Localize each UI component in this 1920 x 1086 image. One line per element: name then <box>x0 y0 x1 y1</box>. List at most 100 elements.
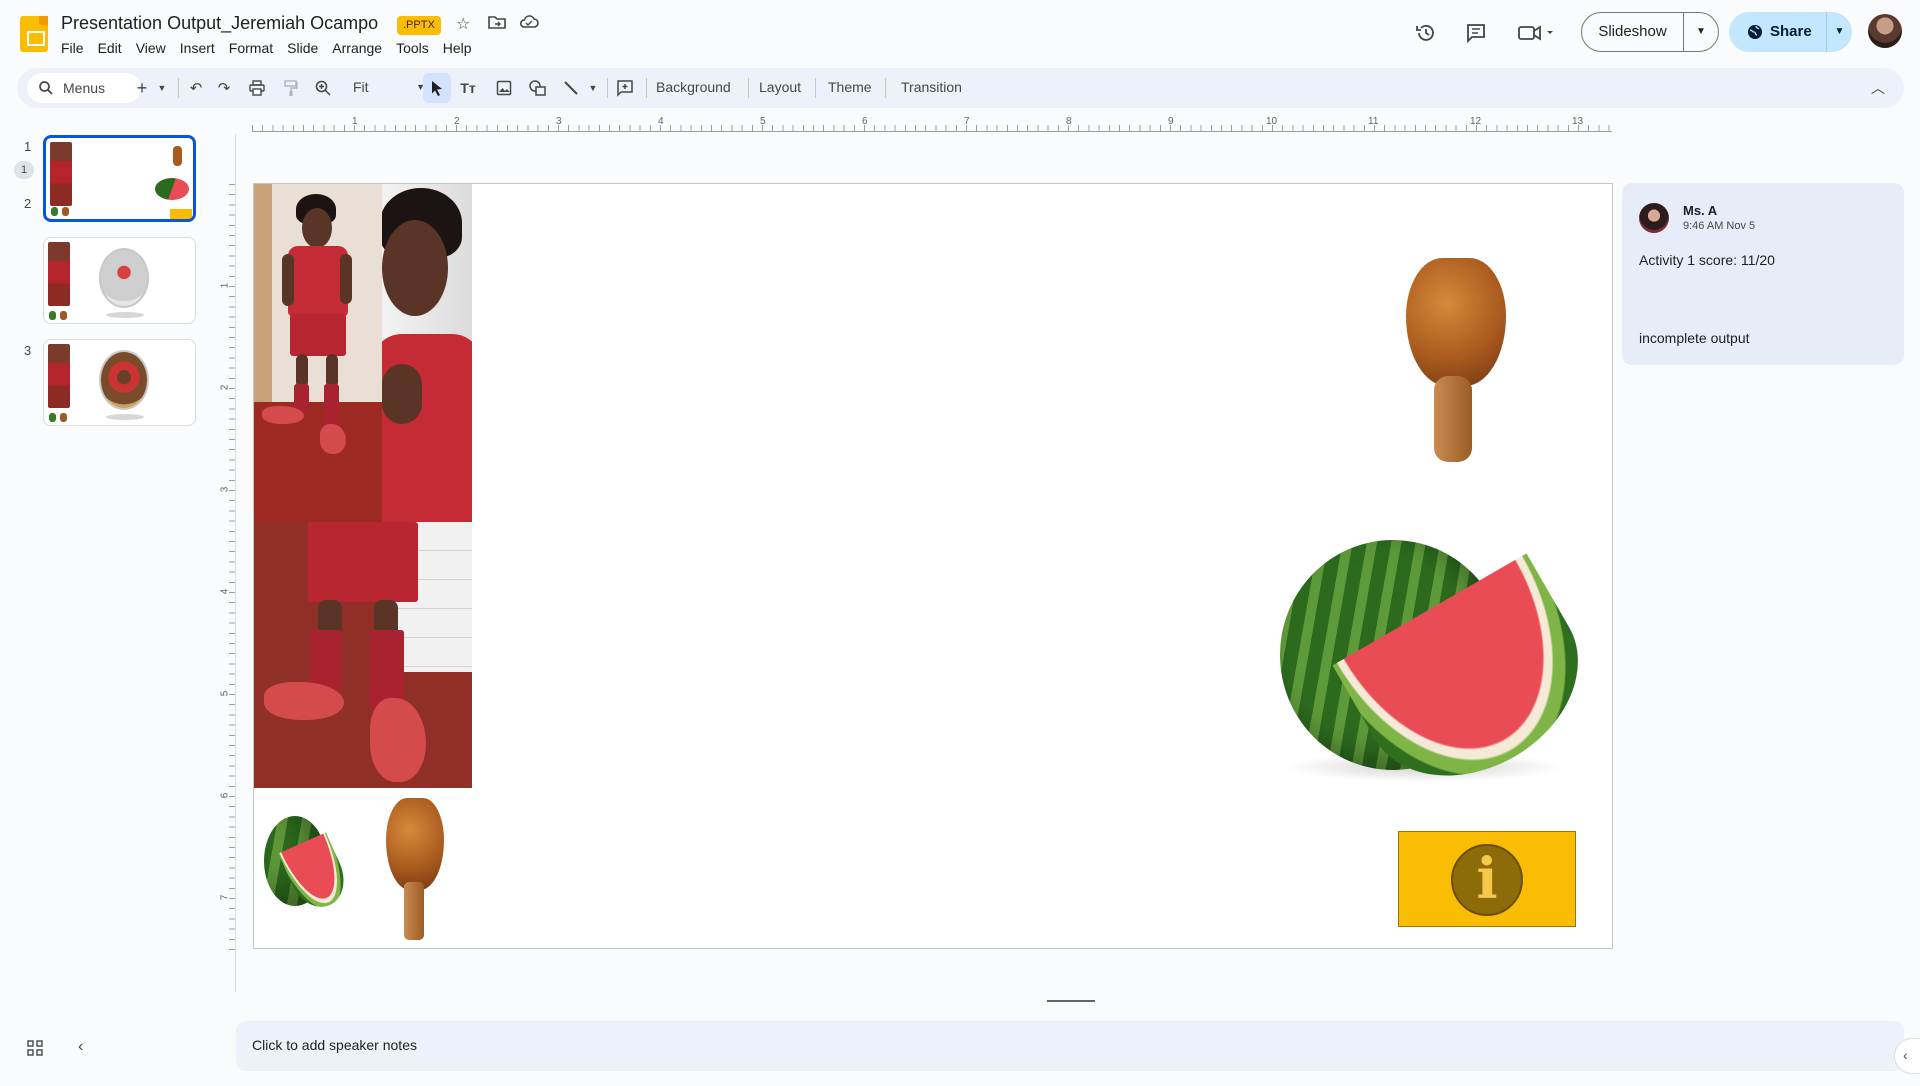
zoom-select[interactable]: Fit ▼ <box>353 79 425 95</box>
theme-button[interactable]: Theme <box>828 79 872 95</box>
select-cursor-icon[interactable] <box>426 76 448 100</box>
redo-icon[interactable]: ↷ <box>213 76 235 100</box>
slideshow-button[interactable]: Slideshow ▼ <box>1581 12 1719 52</box>
ruler-label: 8 <box>1066 116 1072 127</box>
slide-comment-badge[interactable]: 1 <box>14 161 34 179</box>
slideshow-dropdown-icon[interactable]: ▼ <box>1684 13 1718 51</box>
paint-format-icon[interactable] <box>280 76 302 100</box>
undo-icon[interactable]: ↶ <box>185 76 207 100</box>
ruler-label: 9 <box>1168 116 1174 127</box>
collapse-toolbar-icon[interactable]: ︿ <box>1867 76 1889 100</box>
text-box-icon[interactable]: Tт <box>457 76 479 100</box>
add-comment-icon[interactable] <box>614 76 636 100</box>
slide-number: 2 <box>24 196 32 211</box>
photo-face <box>382 220 448 316</box>
thumb-drumstick <box>62 207 69 216</box>
ruler-label: 1 <box>219 282 231 289</box>
thumb-info-box <box>170 209 192 219</box>
slide-canvas[interactable]: i <box>253 183 1613 949</box>
document-title[interactable]: Presentation Output_Jeremiah Ocampo <box>61 13 378 34</box>
cloud-status-icon[interactable] <box>519 14 539 35</box>
photo-shorts <box>308 522 418 602</box>
share-label[interactable]: Share <box>1729 12 1827 52</box>
watermelon-small-image[interactable] <box>262 798 354 918</box>
photo-leg <box>296 354 308 388</box>
ruler-label: 5 <box>219 690 231 697</box>
photo-shoe <box>370 698 426 782</box>
line-dropdown-icon[interactable]: ▼ <box>582 76 604 100</box>
comments-icon[interactable] <box>1463 20 1489 46</box>
info-box[interactable]: i <box>1398 831 1576 927</box>
drumstick-large-image[interactable] <box>1404 258 1508 468</box>
new-slide-dropdown-icon[interactable]: ▼ <box>151 76 173 100</box>
photo-red-shoes[interactable] <box>254 522 472 788</box>
slide-thumbnail-2[interactable] <box>43 237 196 324</box>
thumb-shadow <box>106 312 144 318</box>
thumb-photo <box>48 344 70 408</box>
photo-sock <box>310 630 342 690</box>
meet-camera-icon[interactable] <box>1515 20 1559 46</box>
collapse-filmstrip-icon[interactable]: ‹ <box>78 1038 83 1056</box>
zoom-icon[interactable] <box>312 76 334 100</box>
photo-shirt <box>382 334 472 522</box>
thumb-oval-photo <box>99 248 149 308</box>
horizontal-ruler[interactable]: 1 2 3 4 5 6 7 8 9 10 11 12 13 <box>252 116 1612 132</box>
shape-icon[interactable] <box>527 76 549 100</box>
menu-format[interactable]: Format <box>222 38 280 58</box>
insert-image-icon[interactable] <box>493 76 515 100</box>
canvas-divider <box>235 134 236 992</box>
menu-help[interactable]: Help <box>436 38 479 58</box>
menu-slide[interactable]: Slide <box>280 38 325 58</box>
background-button[interactable]: Background <box>656 79 731 95</box>
menu-edit[interactable]: Edit <box>91 38 129 58</box>
comment-card[interactable]: Ms. A 9:46 AM Nov 5 Activity 1 score: 11… <box>1622 183 1904 365</box>
ruler-label: 7 <box>219 894 231 901</box>
menu-insert[interactable]: Insert <box>173 38 222 58</box>
version-history-icon[interactable] <box>1413 20 1439 46</box>
grid-view-icon[interactable] <box>27 1040 43 1061</box>
photo-shoe <box>264 682 344 720</box>
share-dropdown-icon[interactable]: ▼ <box>1827 12 1852 52</box>
slideshow-label[interactable]: Slideshow <box>1582 13 1684 51</box>
menus-search[interactable]: Menus <box>27 73 141 103</box>
thumb-oval-photo <box>99 350 149 410</box>
drumstick-meat <box>1406 258 1506 386</box>
layout-button[interactable]: Layout <box>759 79 801 95</box>
ruler-label: 4 <box>658 116 664 127</box>
ruler-label: 10 <box>1266 116 1278 127</box>
photo-shirt <box>288 246 348 316</box>
photo-selfie[interactable] <box>382 184 472 522</box>
slide-thumbnail-3[interactable] <box>43 339 196 426</box>
info-icon: i <box>1451 844 1523 916</box>
menu-arrange[interactable]: Arrange <box>325 38 389 58</box>
ruler-label: 3 <box>556 116 562 127</box>
slide-thumbnail-1[interactable] <box>43 135 196 222</box>
toolbar-divider <box>748 78 749 98</box>
slides-logo-icon[interactable] <box>20 16 48 52</box>
new-slide-icon[interactable]: + <box>131 76 153 100</box>
line-icon[interactable] <box>560 76 582 100</box>
menu-tools[interactable]: Tools <box>389 38 436 58</box>
vertical-ruler[interactable]: 1 2 3 4 5 6 7 <box>219 184 236 950</box>
speaker-notes[interactable]: Click to add speaker notes <box>236 1021 1904 1071</box>
account-avatar[interactable] <box>1868 14 1902 48</box>
notes-resize-handle[interactable] <box>1047 1000 1095 1002</box>
menu-view[interactable]: View <box>129 38 173 58</box>
drumstick-small-image[interactable] <box>380 796 448 946</box>
comment-text-2: incomplete output <box>1639 330 1750 346</box>
ruler-label: 12 <box>1470 116 1482 127</box>
photo-standing-kid[interactable] <box>254 184 382 522</box>
share-button[interactable]: Share ▼ <box>1729 12 1852 52</box>
slide-number: 3 <box>24 343 32 358</box>
menu-file[interactable]: File <box>54 38 91 58</box>
folder-move-icon[interactable] <box>488 14 506 35</box>
watermelon-large-image[interactable] <box>1264 538 1612 813</box>
star-icon[interactable]: ☆ <box>456 14 470 34</box>
photo-arm <box>340 254 352 304</box>
print-icon[interactable] <box>246 76 268 100</box>
ruler-label: 11 <box>1368 116 1379 127</box>
file-type-badge: .PPTX <box>397 16 441 35</box>
thumb-watermelon <box>155 178 189 200</box>
transition-button[interactable]: Transition <box>901 79 962 95</box>
thumb-drumstick <box>173 146 182 166</box>
